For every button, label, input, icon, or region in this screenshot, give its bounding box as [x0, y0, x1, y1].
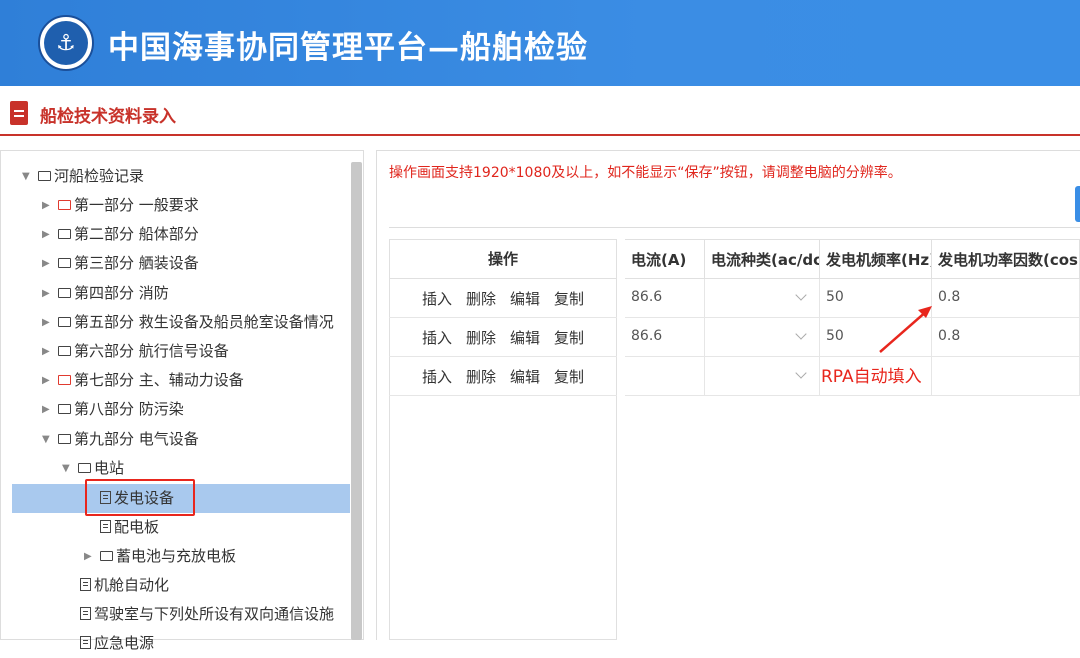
insert-link[interactable]: 插入 — [422, 327, 452, 348]
delete-link[interactable]: 删除 — [466, 288, 496, 309]
caret-right-icon[interactable]: ▶ — [42, 395, 50, 424]
operations-header: 操作 — [389, 239, 617, 279]
operation-row: 插入 删除 编辑 复制 — [389, 357, 617, 396]
cell-value: 0.8 — [938, 328, 961, 344]
tree-item-label: 第九部分 电气设备 — [74, 429, 199, 448]
document-icon — [10, 101, 28, 125]
chevron-down-icon[interactable] — [795, 367, 807, 379]
cell-value: 86.6 — [631, 328, 663, 344]
tree-item-label: 第二部分 船体部分 — [74, 225, 199, 244]
caret-right-icon[interactable]: ▶ — [84, 542, 92, 571]
maritime-logo: ⚓ — [38, 15, 94, 71]
caret-right-icon[interactable]: ▶ — [42, 249, 50, 278]
copy-link[interactable]: 复制 — [554, 327, 584, 348]
page-title: 船检技术资料录入 — [40, 107, 176, 127]
tree-root-label: 河船检验记录 — [54, 167, 145, 185]
folder-icon — [58, 200, 71, 210]
tree-scrollbar[interactable] — [351, 162, 362, 640]
cell-value: 0.8 — [938, 289, 961, 305]
insert-link[interactable]: 插入 — [422, 366, 452, 387]
annotation-arrow-icon — [879, 306, 932, 353]
tree-item-label: 蓄电池与充放电板 — [116, 547, 237, 565]
file-icon — [100, 520, 111, 533]
edit-link[interactable]: 编辑 — [510, 327, 540, 348]
cell-current[interactable]: 86.6 — [625, 279, 705, 318]
tree-item-label: 第三部分 舾装设备 — [74, 254, 199, 273]
resolution-notice: 操作画面支持1920*1080及以上，如不能显示“保存”按钮，请调整电脑的分辨率… — [389, 165, 902, 181]
column-header[interactable]: 发电机频率(Hz) — [820, 239, 932, 279]
edit-link[interactable]: 编辑 — [510, 288, 540, 309]
tree-item-last[interactable]: 应急电源 — [80, 629, 154, 658]
caret-right-icon[interactable]: ▶ — [42, 191, 50, 220]
folder-icon — [78, 463, 91, 473]
copy-link[interactable]: 复制 — [554, 288, 584, 309]
file-icon — [80, 578, 91, 591]
folder-icon — [58, 229, 71, 240]
rpa-annotation: RPA自动填入 — [821, 367, 922, 387]
caret-right-icon[interactable]: ▶ — [42, 279, 50, 308]
cell-value: 50 — [826, 289, 844, 305]
column-header[interactable]: 电流(A) — [625, 239, 705, 279]
chevron-down-icon[interactable] — [795, 289, 807, 301]
tree-item-label: 第八部分 防污染 — [74, 400, 184, 419]
chevron-down-icon[interactable] — [795, 328, 807, 340]
caret-down-icon[interactable]: ▼ — [42, 425, 50, 454]
cell-current[interactable] — [625, 357, 705, 396]
save-button-edge[interactable] — [1075, 186, 1080, 222]
cell-pf[interactable]: 0.8 — [932, 279, 1080, 318]
delete-link[interactable]: 删除 — [466, 366, 496, 387]
caret-right-icon[interactable]: ▶ — [42, 366, 50, 395]
column-header[interactable]: 电流种类(ac/dc) — [705, 239, 820, 279]
delete-link[interactable]: 删除 — [466, 327, 496, 348]
cell-pf[interactable] — [932, 357, 1080, 396]
cell-value: 86.6 — [631, 289, 663, 305]
tree-item-label: 应急电源 — [94, 634, 155, 652]
copy-link[interactable]: 复制 — [554, 366, 584, 387]
folder-icon — [100, 551, 113, 561]
folder-icon — [58, 258, 71, 269]
cell-current[interactable]: 86.6 — [625, 318, 705, 357]
folder-icon — [58, 433, 71, 444]
caret-down-icon[interactable]: ▼ — [22, 162, 30, 191]
tree-item-label: 第一部分 一般要求 — [74, 196, 199, 214]
caret-right-icon[interactable]: ▶ — [42, 308, 50, 337]
cell-type[interactable] — [705, 357, 820, 396]
folder-icon — [58, 404, 71, 415]
tree-item-label: 电站 — [94, 459, 125, 477]
cell-value: 50 — [826, 328, 844, 344]
folder-icon — [38, 171, 51, 181]
folder-icon — [58, 287, 71, 298]
app-header: ⚓ 中国海事协同管理平台—船舶检验 — [0, 0, 1080, 86]
tree-item-label: 配电板 — [114, 518, 160, 536]
column-header[interactable]: 发电机功率因数(cos — [932, 239, 1080, 279]
tree-item-engine-auto[interactable]: 机舱自动化 — [80, 571, 169, 600]
anchor-icon: ⚓ — [44, 21, 88, 65]
selection-highlight-box — [85, 479, 195, 516]
tree-item-label: 第六部分 航行信号设备 — [74, 342, 229, 360]
folder-icon — [58, 375, 71, 386]
operation-row: 插入 删除 编辑 复制 — [389, 318, 617, 357]
tree-item-label: 机舱自动化 — [94, 576, 170, 594]
file-icon — [80, 607, 91, 620]
divider — [389, 227, 1080, 228]
edit-link[interactable]: 编辑 — [510, 366, 540, 387]
cell-pf[interactable]: 0.8 — [932, 318, 1080, 357]
caret-right-icon[interactable]: ▶ — [42, 220, 50, 249]
operation-row: 插入 删除 编辑 复制 — [389, 279, 617, 318]
tree-item-label: 驾驶室与下列处所设有双向通信设施 — [94, 605, 335, 623]
folder-icon — [58, 346, 71, 356]
insert-link[interactable]: 插入 — [422, 288, 452, 309]
app-title: 中国海事协同管理平台—船舶检验 — [108, 30, 588, 66]
tree-item-label: 第四部分 消防 — [74, 283, 169, 302]
file-icon — [80, 636, 91, 649]
tree-item-label: 第七部分 主、辅动力设备 — [74, 371, 244, 390]
folder-icon — [58, 316, 71, 327]
caret-down-icon[interactable]: ▼ — [62, 454, 70, 483]
caret-right-icon[interactable]: ▶ — [42, 337, 50, 366]
tree-item-bridge-comm[interactable]: 驾驶室与下列处所设有双向通信设施 — [80, 600, 334, 629]
tree-item-label: 第五部分 救生设备及船员舱室设备情况 — [74, 312, 334, 331]
cell-type[interactable] — [705, 318, 820, 357]
tree-item-distribution[interactable]: 配电板 — [100, 513, 159, 542]
cell-type[interactable] — [705, 279, 820, 318]
